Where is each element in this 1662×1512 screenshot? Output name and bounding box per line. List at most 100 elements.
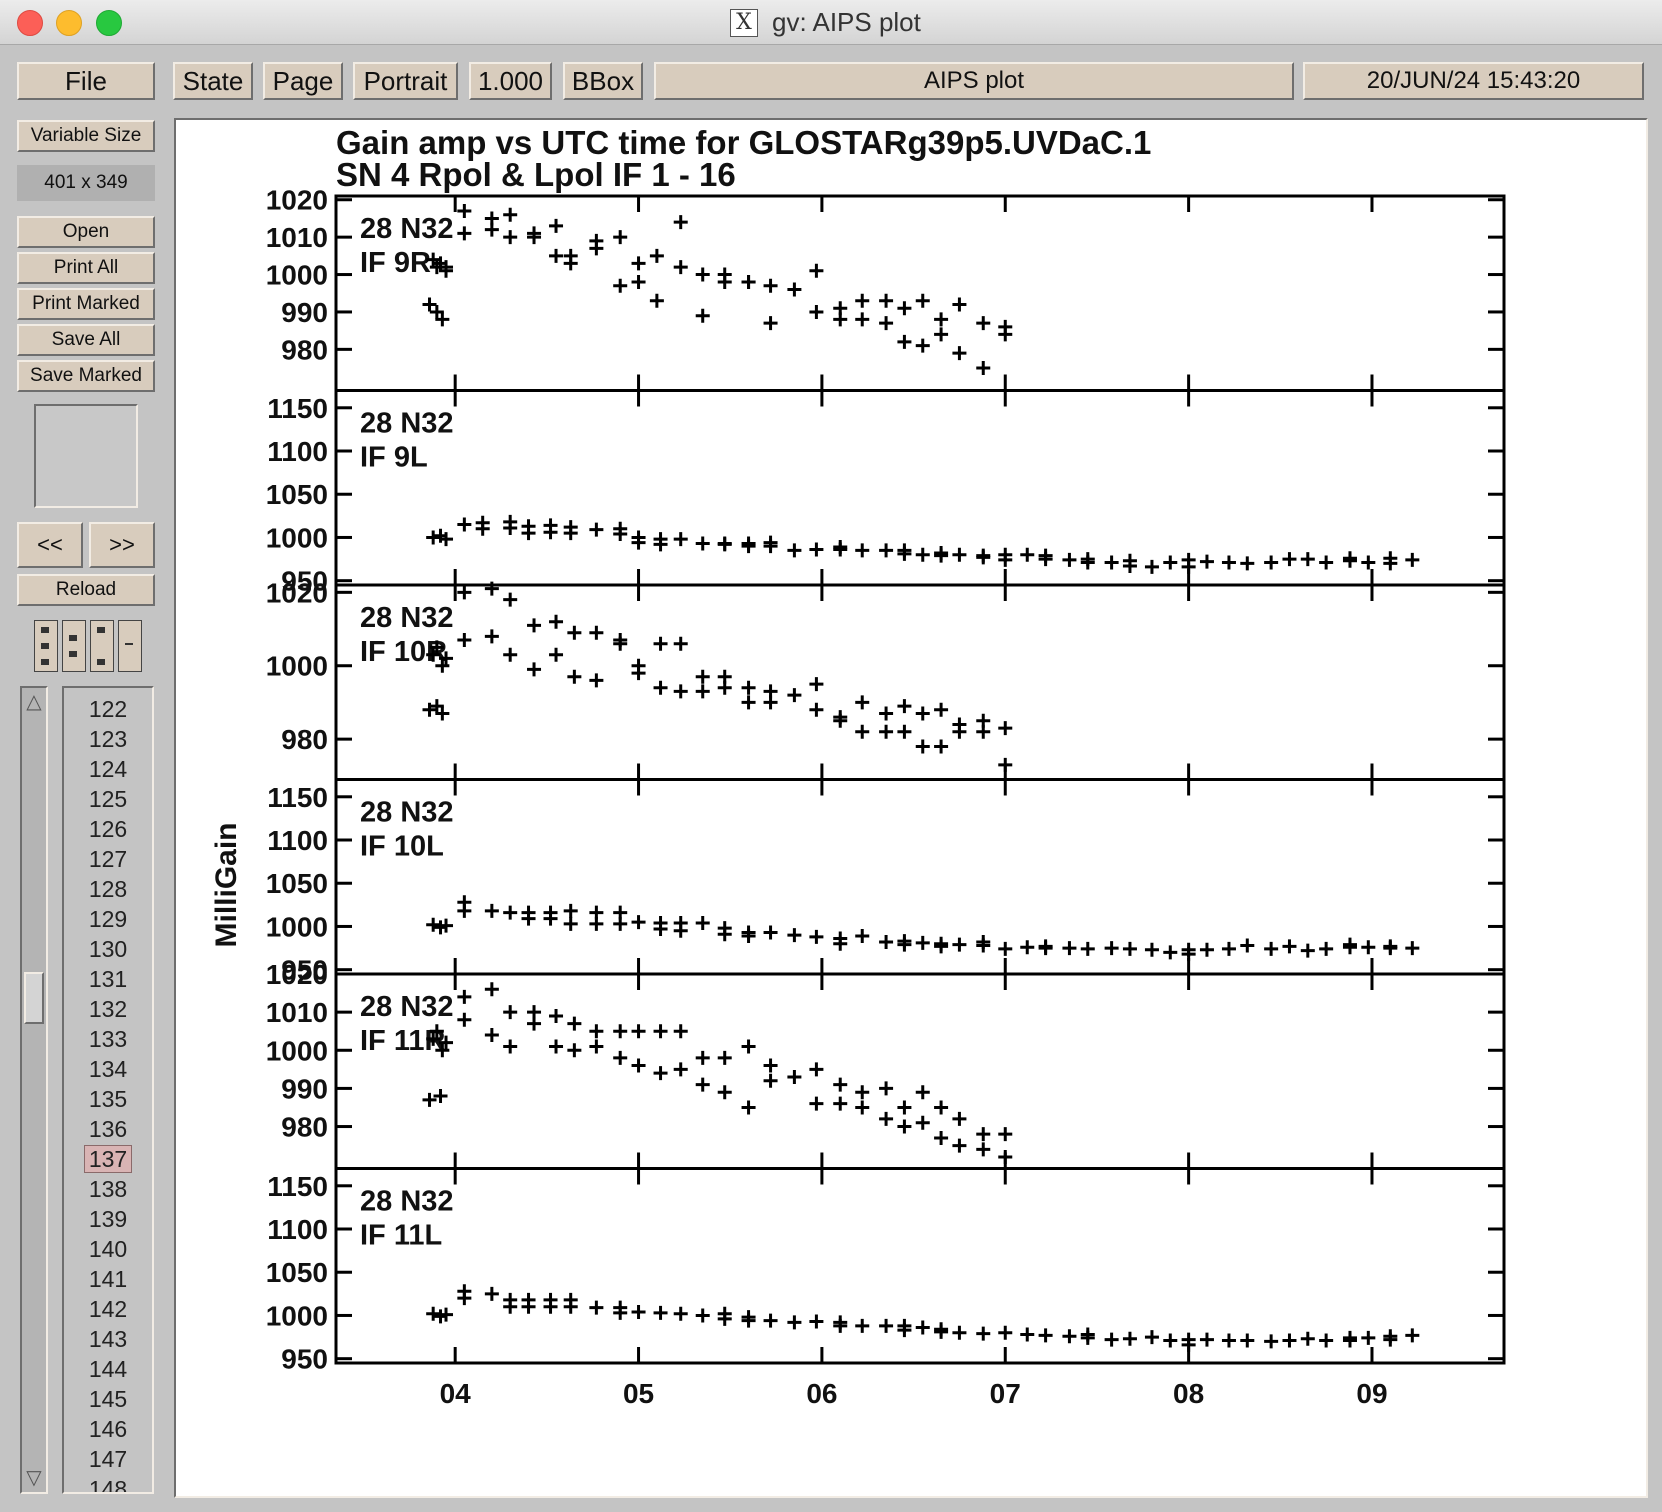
window-titlebar[interactable]: X gv: AIPS plot — [0, 0, 1662, 45]
page-number: 141 — [88, 1266, 128, 1292]
data-point — [695, 684, 710, 699]
data-point — [915, 293, 930, 308]
page-list-item[interactable]: 140 — [64, 1234, 152, 1264]
page-list-item[interactable]: 125 — [64, 784, 152, 814]
page-list-item[interactable]: 141 — [64, 1264, 152, 1294]
x-tick-label: 08 — [1173, 1378, 1204, 1409]
page-list-item[interactable]: 146 — [64, 1414, 152, 1444]
variable-size-button[interactable]: Variable Size — [17, 120, 155, 152]
page-list-item[interactable]: 126 — [64, 814, 152, 844]
page-list-item[interactable]: 130 — [64, 934, 152, 964]
scale-menu-button[interactable]: 1.000 — [469, 62, 552, 100]
page-list-item[interactable]: 132 — [64, 994, 152, 1024]
next-page-button[interactable]: >> — [89, 522, 155, 568]
data-point — [787, 1069, 802, 1084]
print-marked-button[interactable]: Print Marked — [17, 288, 155, 320]
minimize-window-button[interactable] — [56, 10, 82, 36]
open-button[interactable]: Open — [17, 216, 155, 248]
page-list-item[interactable]: 145 — [64, 1384, 152, 1414]
y-tick-label: 1020 — [266, 577, 328, 608]
page-list-item[interactable]: 135 — [64, 1084, 152, 1114]
page-list-item[interactable]: 143 — [64, 1324, 152, 1354]
page-list-item[interactable]: 148 — [64, 1474, 152, 1494]
page-list-item[interactable]: 133 — [64, 1024, 152, 1054]
page-list-item[interactable]: 122 — [64, 694, 152, 724]
data-point — [567, 669, 582, 684]
page-list-item[interactable]: 129 — [64, 904, 152, 934]
panel-frame — [334, 583, 1506, 781]
unmark-pages-icon[interactable] — [118, 620, 142, 672]
page-list-item[interactable]: 127 — [64, 844, 152, 874]
page-list-item[interactable]: 136 — [64, 1114, 152, 1144]
data-point — [457, 1291, 472, 1306]
page-list-item[interactable]: 142 — [64, 1294, 152, 1324]
maximize-window-button[interactable] — [96, 10, 122, 36]
page-list-item[interactable]: 139 — [64, 1204, 152, 1234]
page-list-item[interactable]: 131 — [64, 964, 152, 994]
page-list-item[interactable]: 144 — [64, 1354, 152, 1384]
y-tick-label: 1100 — [267, 825, 328, 856]
data-point — [613, 278, 628, 293]
data-point — [855, 293, 870, 308]
page-list-item[interactable]: 138 — [64, 1174, 152, 1204]
save-all-button[interactable]: Save All — [17, 324, 155, 356]
data-point — [879, 1111, 894, 1126]
data-point — [1221, 555, 1236, 570]
x-tick-label: 06 — [806, 1378, 837, 1409]
mark-odd-pages-icon[interactable] — [90, 620, 114, 672]
data-point — [521, 1299, 536, 1314]
data-point — [879, 935, 894, 950]
data-point — [549, 1039, 564, 1054]
data-point — [1062, 552, 1077, 567]
data-point — [763, 925, 778, 940]
data-point — [457, 203, 472, 218]
data-point — [763, 278, 778, 293]
data-point — [1144, 1330, 1159, 1345]
state-menu-button[interactable]: State — [173, 62, 253, 100]
document-date-field: 20/JUN/24 15:43:20 — [1303, 62, 1644, 100]
document-view[interactable]: Gain amp vs UTC time for GLOSTARg39p5.UV… — [174, 118, 1648, 1498]
mark-all-pages-icon[interactable] — [34, 620, 58, 672]
y-tick-label: 1000 — [266, 260, 328, 291]
previous-page-button[interactable]: << — [17, 522, 83, 568]
page-panner[interactable] — [34, 404, 138, 508]
page-dimensions-label: 401 x 349 — [17, 165, 155, 201]
scroll-up-arrow-icon[interactable]: △ — [24, 690, 44, 714]
page-list-item[interactable]: 123 — [64, 724, 152, 754]
data-point — [1240, 938, 1255, 953]
data-point — [426, 917, 441, 932]
page-menu-button[interactable]: Page — [263, 62, 343, 100]
close-window-button[interactable] — [17, 10, 43, 36]
page-list-item[interactable]: 128 — [64, 874, 152, 904]
scroll-down-arrow-icon[interactable]: ▽ — [24, 1466, 44, 1490]
orientation-menu-button[interactable]: Portrait — [353, 62, 458, 100]
page-list-item[interactable]: 134 — [64, 1054, 152, 1084]
page-number: 136 — [88, 1116, 128, 1142]
page-list[interactable]: 122 123 124 125 126 127 128 129 130 131 132 133 134 1… — [62, 686, 154, 1494]
data-point — [653, 1066, 668, 1081]
data-point — [457, 989, 472, 1004]
data-point — [1163, 1333, 1178, 1348]
bbox-menu-button[interactable]: BBox — [563, 62, 643, 100]
data-point — [1221, 941, 1236, 956]
page-list-item[interactable]: 147 — [64, 1444, 152, 1474]
data-point — [1264, 1334, 1279, 1349]
page-number: 148 — [88, 1476, 128, 1494]
file-menu-button[interactable]: File — [17, 62, 155, 100]
scrollbar-thumb[interactable] — [24, 972, 44, 1024]
data-point — [1282, 939, 1297, 954]
save-marked-button[interactable]: Save Marked — [17, 360, 155, 392]
page-list-item[interactable]: 124 — [64, 754, 152, 784]
data-point — [1383, 941, 1398, 956]
page-list-item[interactable]: 137 — [64, 1144, 152, 1174]
data-point — [422, 297, 437, 312]
page-list-scrollbar[interactable]: △ ▽ — [20, 686, 48, 1494]
mark-even-pages-icon[interactable] — [62, 620, 86, 672]
print-all-button[interactable]: Print All — [17, 252, 155, 284]
panel-antenna-label: 28 N32 — [360, 1186, 454, 1218]
page-number: 131 — [88, 966, 128, 992]
data-point — [673, 923, 688, 938]
data-point — [589, 673, 604, 688]
data-point — [915, 706, 930, 721]
reload-button[interactable]: Reload — [17, 574, 155, 606]
